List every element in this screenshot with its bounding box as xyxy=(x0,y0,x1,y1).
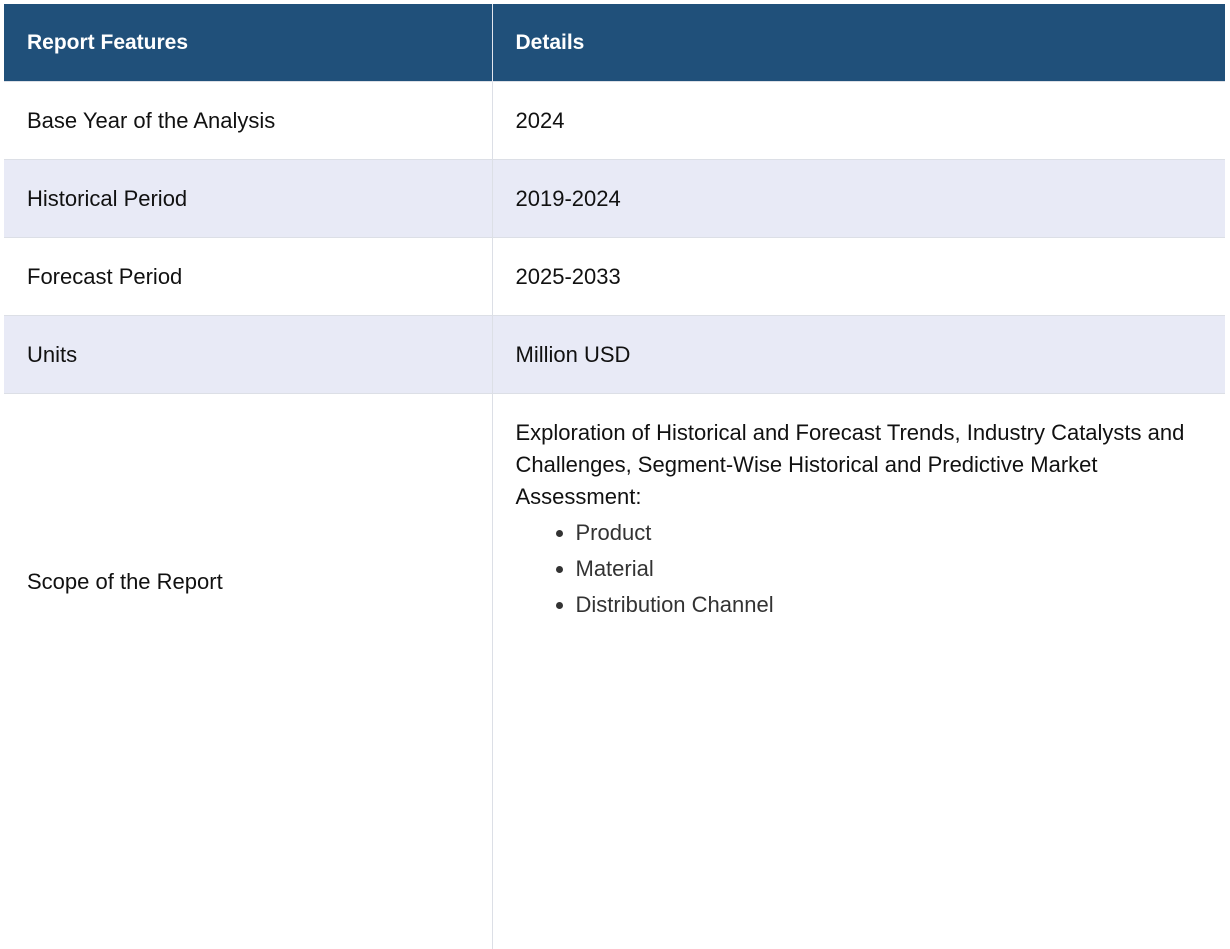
list-item: Material xyxy=(576,551,1206,587)
scope-intro-text: Exploration of Historical and Forecast T… xyxy=(516,417,1206,513)
table-row: Forecast Period 2025-2033 xyxy=(4,238,1225,316)
detail-cell: Million USD xyxy=(492,316,1225,394)
detail-cell: 2019-2024 xyxy=(492,160,1225,238)
detail-cell: 2024 xyxy=(492,82,1225,160)
list-item: Distribution Channel xyxy=(576,587,1206,623)
table-row: Base Year of the Analysis 2024 xyxy=(4,82,1225,160)
table-row: Units Million USD xyxy=(4,316,1225,394)
feature-cell: Historical Period xyxy=(4,160,492,238)
feature-cell: Scope of the Report xyxy=(4,394,492,949)
feature-cell: Base Year of the Analysis xyxy=(4,82,492,160)
scope-detail-cell: Exploration of Historical and Forecast T… xyxy=(492,394,1225,949)
report-features-table-container: Report Features Details Base Year of the… xyxy=(4,4,1225,949)
table-header-row: Report Features Details xyxy=(4,4,1225,82)
report-features-table: Report Features Details Base Year of the… xyxy=(4,4,1225,949)
feature-cell: Forecast Period xyxy=(4,238,492,316)
header-details: Details xyxy=(492,4,1225,82)
table-row: Historical Period 2019-2024 xyxy=(4,160,1225,238)
detail-cell: 2025-2033 xyxy=(492,238,1225,316)
header-report-features: Report Features xyxy=(4,4,492,82)
feature-cell: Units xyxy=(4,316,492,394)
list-item: Product xyxy=(576,515,1206,551)
table-row-scope: Scope of the Report Exploration of Histo… xyxy=(4,394,1225,949)
scope-segment-list: Product Material Distribution Channel xyxy=(516,515,1206,623)
